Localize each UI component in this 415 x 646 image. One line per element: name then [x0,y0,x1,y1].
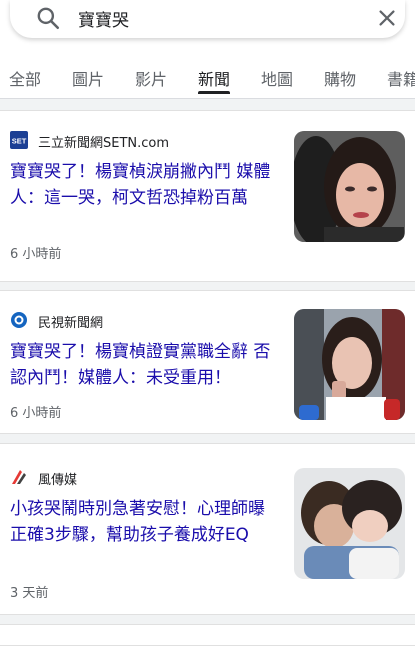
tab-maps[interactable]: 地圖 [261,66,293,92]
news-source: 風傳媒 [38,473,78,488]
tab-shopping[interactable]: 購物 [324,66,356,92]
news-time: 3 天前 [10,586,49,601]
news-result-card[interactable] [0,624,415,646]
top-bar: 寶寶哭 全部 圖片 影片 新聞 地圖 購物 書籍 [0,0,415,99]
setn-logo-icon: SET [10,131,28,149]
search-tabs: 全部 圖片 影片 新聞 地圖 購物 書籍 [0,62,415,98]
ftv-logo-icon [11,312,27,328]
close-icon[interactable] [376,7,398,29]
storm-media-logo-icon [12,470,26,484]
news-thumbnail[interactable] [294,309,405,420]
tab-all[interactable]: 全部 [9,66,41,92]
news-time: 6 小時前 [10,247,62,262]
news-time: 6 小時前 [10,406,62,421]
news-source: 三立新聞網SETN.com [38,136,170,151]
tab-books[interactable]: 書籍 [387,66,415,92]
news-result-card[interactable]: 民視新聞網 寶寶哭了！楊寶楨證實黨職全辭 否認內鬥！媒體人：未受重用！ 6 小時… [0,290,415,434]
news-headline-link[interactable]: 寶寶哭了！楊寶楨淚崩撇內鬥 媒體人：這一哭，柯文哲恐掉粉百萬 [10,159,278,211]
tab-news[interactable]: 新聞 [198,66,231,94]
search-icon[interactable] [35,5,61,31]
search-query[interactable]: 寶寶哭 [78,6,129,31]
tab-videos[interactable]: 影片 [135,66,167,92]
news-result-card[interactable]: 風傳媒 小孩哭鬧時別急著安慰！心理師曝正確3步驟，幫助孩子養成好EQ 3 天前 [0,443,415,615]
news-thumbnail[interactable] [294,131,405,242]
news-headline-link[interactable]: 寶寶哭了！楊寶楨證實黨職全辭 否認內鬥！媒體人：未受重用！ [10,339,278,391]
tab-images[interactable]: 圖片 [72,66,104,92]
svg-text:SET: SET [12,137,27,146]
news-headline-link[interactable]: 小孩哭鬧時別急著安慰！心理師曝正確3步驟，幫助孩子養成好EQ [10,496,278,548]
search-box[interactable]: 寶寶哭 [10,0,405,38]
news-source: 民視新聞網 [38,316,104,331]
news-result-card[interactable]: SET 三立新聞網SETN.com 寶寶哭了！楊寶楨淚崩撇內鬥 媒體人：這一哭，… [0,110,415,282]
news-thumbnail[interactable] [294,468,405,579]
